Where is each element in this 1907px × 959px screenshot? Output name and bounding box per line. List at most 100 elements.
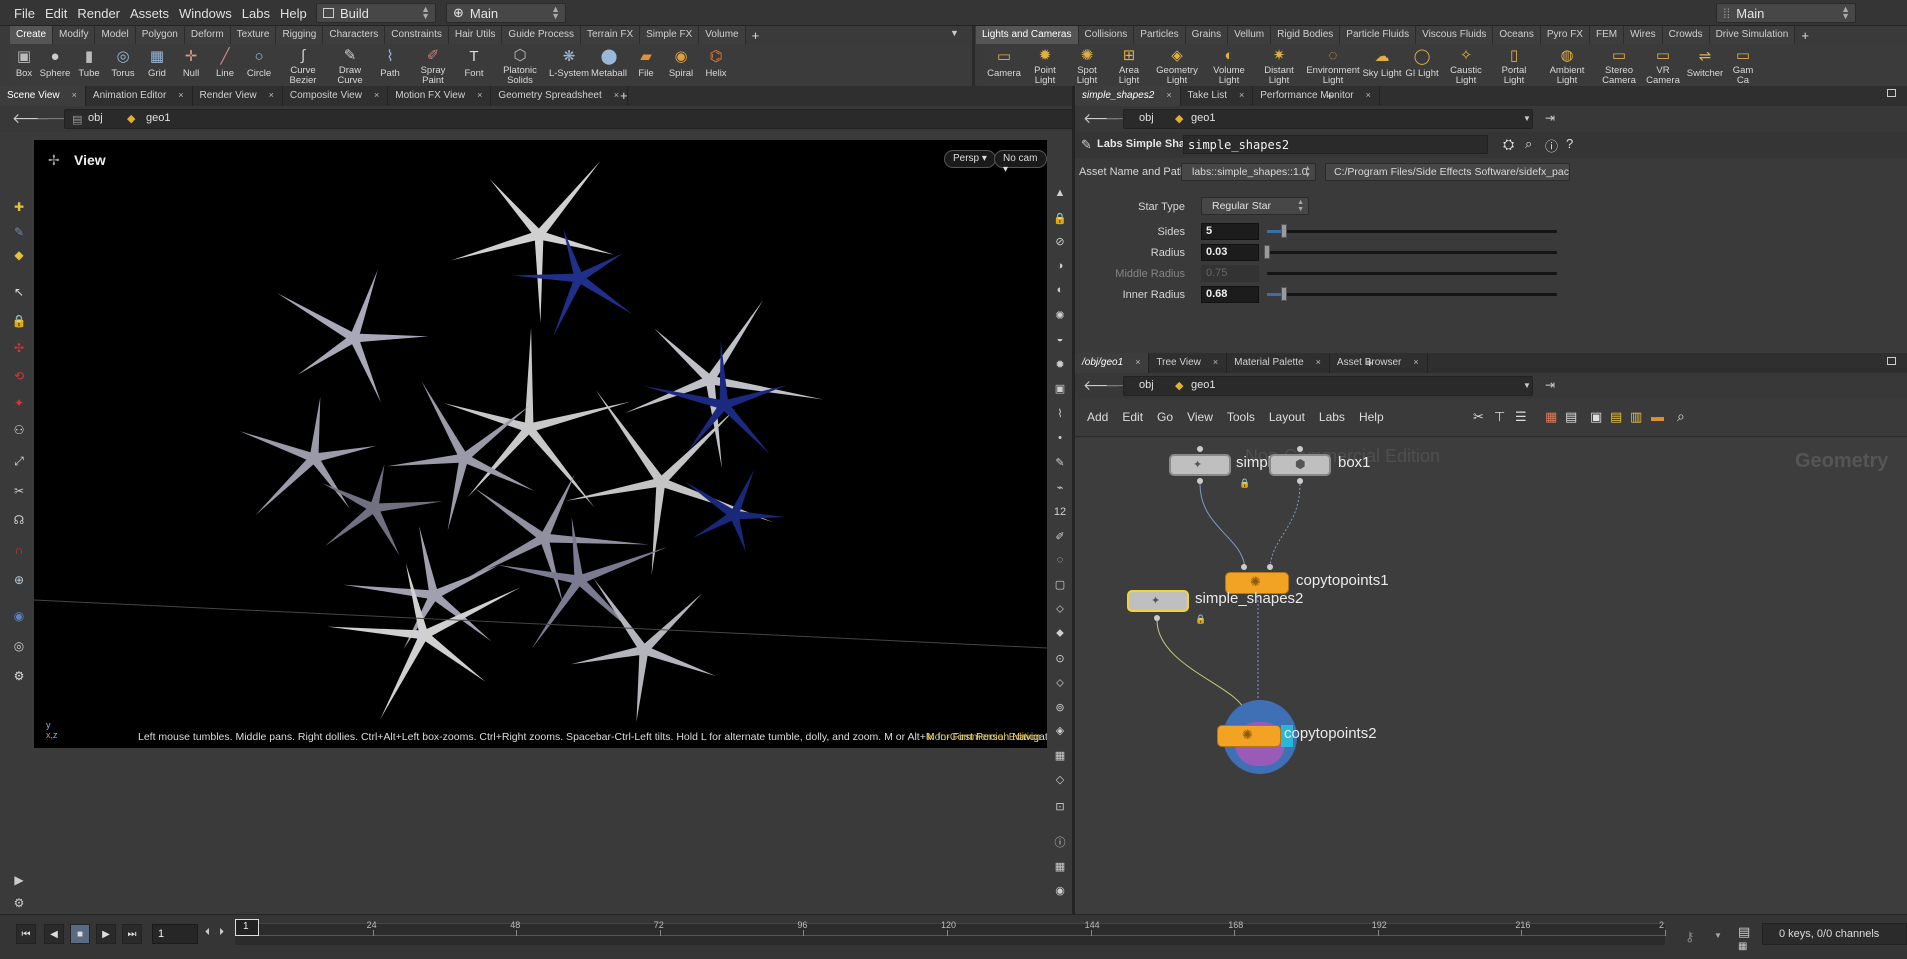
play-button[interactable]: ▶ [96,924,116,944]
persp-button[interactable]: Persp ▾ [944,150,996,168]
close-icon[interactable]: × [1135,357,1140,367]
path-geo[interactable]: geo1 [1191,379,1215,391]
network-menu-tools[interactable]: Tools [1227,410,1255,424]
node-input-dot[interactable] [1241,564,1247,570]
tool-stereo-camera[interactable]: ▭ Stereo Camera [1596,44,1642,86]
node-output-dot[interactable] [1297,478,1303,484]
channel-list-icon[interactable]: ▤ [1738,924,1750,940]
tab-asset-browser[interactable]: Asset Browser × [1330,353,1428,373]
light-b-icon[interactable]: ✹ [1050,355,1070,373]
view-icon[interactable]: ◉ [8,606,30,626]
tab-render-view[interactable]: Render View × [193,86,283,106]
param-slider-radius[interactable] [1267,251,1557,254]
gear-icon[interactable]: ⛭ [1503,136,1514,153]
tool-null[interactable]: ✛ Null [174,44,208,86]
tool-geometry-light[interactable]: ◈ Geometry Light [1150,44,1204,86]
display-a-icon[interactable]: ◑ [1050,257,1070,275]
color-grid-icon[interactable]: ▦ [1545,409,1557,425]
shelf-tab-modify[interactable]: Modify [53,26,96,44]
render-icon[interactable]: ⚙ [8,666,30,686]
camera-tool-icon[interactable]: ▶ [8,870,30,890]
tool-gam-ca[interactable]: ▭ Gam Ca [1726,44,1760,86]
scale-icon[interactable]: ⤢ [8,451,30,471]
tool-grid[interactable]: ▦ Grid [140,44,174,86]
tool-spiral[interactable]: ◉ Spiral [664,44,698,86]
maximize-icon[interactable] [1887,89,1896,97]
network-menu-view[interactable]: View [1187,410,1213,424]
path-geo[interactable]: geo1 [1191,112,1215,124]
groups-icon[interactable]: ⊡ [1050,797,1070,815]
shelf-tab-vellum[interactable]: Vellum [1228,26,1272,44]
lock-icon[interactable]: 🔒 [8,311,30,331]
shelf-tab-model[interactable]: Model [95,26,136,44]
step-back-button[interactable]: ◀ [44,924,64,944]
network-menu-help[interactable]: Help [1359,410,1384,424]
tool-volume-light[interactable]: ◐ Volume Light [1204,44,1254,86]
shelf-tab-oceans[interactable]: Oceans [1493,26,1541,44]
display-b-icon[interactable]: ◐ [1050,281,1070,299]
menu-render[interactable]: Render [77,6,120,21]
tool-vr-camera[interactable]: ▭ VR Camera [1642,44,1684,86]
node-output-dot[interactable] [1154,615,1160,621]
tool-draw-curve[interactable]: ✎ Draw Curve [330,44,370,86]
current-frame-marker[interactable]: 1 [235,919,259,936]
brush-icon[interactable]: ✐ [1050,527,1070,545]
light-icon[interactable]: ✺ [1050,306,1070,324]
pin-scene-icon[interactable]: ⊙ [1050,649,1070,667]
shelf-tab-viscous-fluids[interactable]: Viscous Fluids [1416,26,1494,44]
eye-icon[interactable]: ◉ [1050,881,1070,899]
shelf-tab-wires[interactable]: Wires [1624,26,1663,44]
shelf-tab-polygon[interactable]: Polygon [135,26,185,44]
frame-view-icon[interactable]: ▢ [1050,575,1070,593]
info-icon[interactable]: ⓘ [1545,136,1558,155]
tool-line[interactable]: ╱ Line [208,44,242,86]
select-icon[interactable]: ↖ [8,282,30,302]
tool-camera[interactable]: ▭ Camera [984,44,1024,86]
shelf-tab-rigging[interactable]: Rigging [276,26,324,44]
tool-area-light[interactable]: ⊞ Area Light [1108,44,1150,86]
shelf-tab-simple-fx[interactable]: Simple FX [640,26,700,44]
network-menu-labs[interactable]: Labs [1319,410,1345,424]
tool-path[interactable]: ⌇ Path [370,44,410,86]
textures-icon[interactable]: ▦ [1050,746,1070,764]
maximize-icon[interactable] [1887,357,1896,365]
frame-field[interactable]: 1 [152,924,198,944]
node-simple-shapes2[interactable]: ✦ [1127,590,1189,612]
shelf-tab-characters[interactable]: Characters [323,26,386,44]
shelf-tab-volume[interactable]: Volume [699,26,746,44]
shelf-tab-drive-simulation[interactable]: Drive Simulation [1709,26,1796,44]
slider-knob[interactable] [1264,245,1270,259]
close-icon[interactable]: × [269,90,274,100]
normals-icon[interactable]: ⬦ [1050,674,1070,692]
tab-geometry-spreadsheet[interactable]: Geometry Spreadsheet × [491,86,628,106]
shelf-tab-hair-utils[interactable]: Hair Utils [448,26,503,44]
viewport[interactable]: ✢ View Persp ▾ No cam ▾ y x,z Left mouse … [34,140,1047,748]
path-obj[interactable]: obj [88,112,103,124]
node-box1[interactable]: ⬢ [1269,454,1331,476]
tab-obj-geo1[interactable]: /obj/geo1 × [1075,353,1150,373]
key-dropdown-icon[interactable]: ▼ [1714,931,1722,940]
shelf-tab-pyro-fx[interactable]: Pyro FX [1540,26,1590,44]
tab-animation-editor[interactable]: Animation Editor × [86,86,193,106]
globe-icon[interactable]: ◎ [8,636,30,656]
shelf-tab-terrain-fx[interactable]: Terrain FX [581,26,641,44]
channel-lock-icon[interactable]: ▦ [1738,941,1747,952]
tab-material-palette[interactable]: Material Palette × [1227,353,1330,373]
node-name-field[interactable]: simple_shapes2 [1183,135,1488,154]
tool-curve-bezier[interactable]: ∫ Curve Bezier [276,44,330,86]
bend-icon[interactable]: ∩ [8,540,30,560]
tube-wire-icon[interactable]: ⌁ [1050,478,1070,496]
uvs-icon[interactable]: ⬥ [1050,624,1070,642]
viewer-tab-add-icon[interactable]: + [620,88,628,103]
node-input-dot[interactable] [1297,446,1303,452]
close-icon[interactable]: × [1316,357,1321,367]
primitives-icon[interactable]: ◇ [1050,770,1070,788]
tool-helix[interactable]: ⌬ Helix [698,44,734,86]
shelf-tab-rigid-bodies[interactable]: Rigid Bodies [1271,26,1341,44]
close-icon[interactable]: × [1239,90,1244,100]
knife-icon[interactable]: ✂ [8,481,30,501]
node-output-dot[interactable] [1197,478,1203,484]
tab-take-list[interactable]: Take List × [1181,86,1254,106]
handle-icon[interactable]: ✚ [8,197,30,217]
add-shelf-icon[interactable]: + [1795,26,1815,44]
